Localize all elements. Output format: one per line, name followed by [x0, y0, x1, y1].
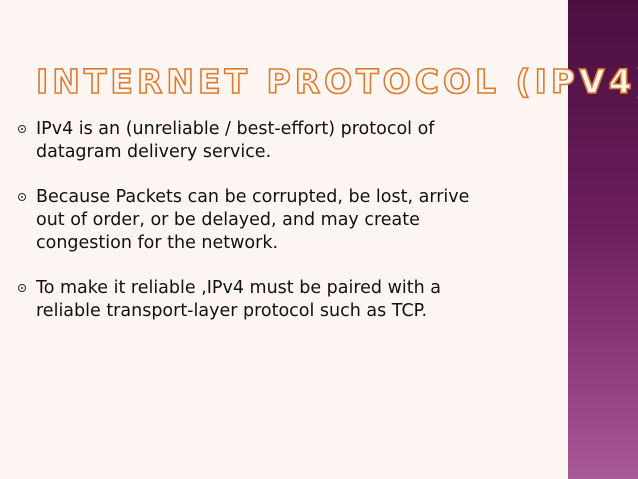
slide: INTERNET PROTOCOL (IPV4) IPv4 is an (unr… [0, 0, 638, 479]
bullet-line: congestion for the network. [36, 233, 279, 253]
bullet-line: Because Packets can be corrupted, be los… [36, 187, 470, 207]
bullet-list: IPv4 is an (unreliable / best-effort) pr… [18, 118, 558, 345]
bullet-line: datagram delivery service. [36, 142, 272, 162]
bullet-line: To make it reliable ,IPv4 must be paired… [36, 278, 442, 298]
bullet-item: To make it reliable ,IPv4 must be paired… [18, 277, 558, 323]
target-bullet-icon [18, 125, 26, 133]
bullet-line: IPv4 is an (unreliable / best-effort) pr… [36, 119, 435, 139]
slide-title: INTERNET PROTOCOL (IPV4) [35, 61, 638, 102]
bullet-item: Because Packets can be corrupted, be los… [18, 186, 558, 255]
bullet-line: out of order, or be delayed, and may cre… [36, 210, 420, 230]
bullet-item: IPv4 is an (unreliable / best-effort) pr… [18, 118, 558, 164]
target-bullet-icon [18, 193, 26, 201]
bullet-line: reliable transport-layer protocol such a… [36, 301, 428, 321]
target-bullet-icon [18, 284, 26, 292]
